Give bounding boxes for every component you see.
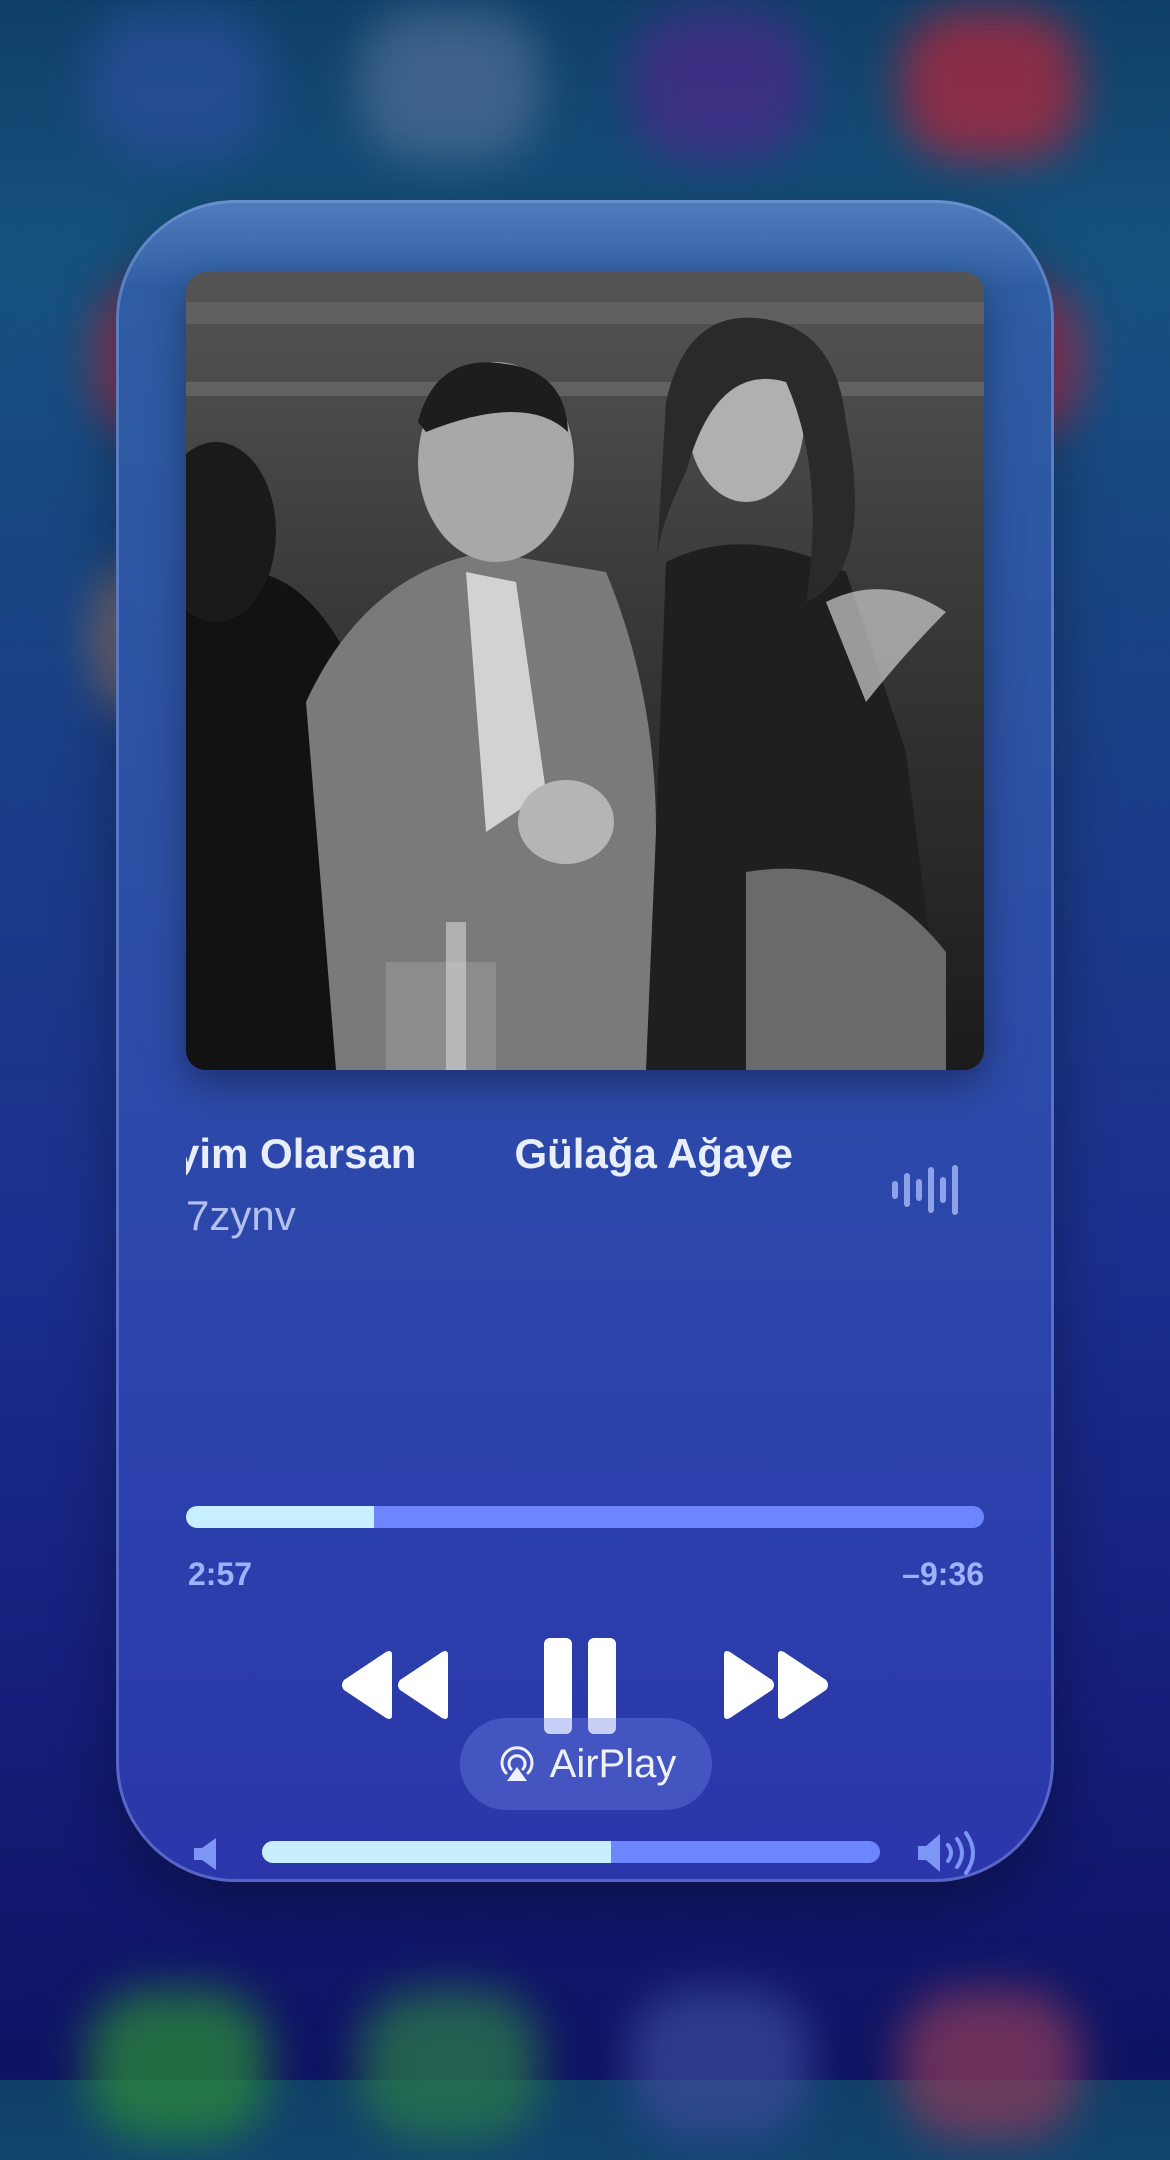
- speaker-high-icon: [916, 1828, 982, 1878]
- background-app-icon: [630, 10, 810, 160]
- airplay-icon: [500, 1746, 534, 1781]
- rewind-icon: [342, 1651, 448, 1719]
- track-title: yim Olarsan: [186, 1130, 417, 1177]
- waveform-icon: [891, 1160, 959, 1220]
- background-app-icon: [900, 1990, 1080, 2140]
- remaining-time: –9:36: [902, 1556, 984, 1592]
- playback-progress-fill: [186, 1506, 374, 1528]
- background-app-icon: [900, 10, 1080, 160]
- fast-forward-icon: [724, 1651, 828, 1719]
- album-artwork[interactable]: [186, 272, 984, 1070]
- volume-slider-fill: [262, 1841, 612, 1863]
- elapsed-time: 2:57: [188, 1556, 253, 1592]
- fast-forward-button[interactable]: [722, 1630, 832, 1740]
- track-subtitle: 7zynv: [186, 1192, 296, 1239]
- volume-slider[interactable]: [262, 1841, 880, 1863]
- now-playing-card[interactable]: yim Olarsan Gülağa Ağaye 7zynv 2:57 –9:36: [116, 200, 1054, 1882]
- airplay-button[interactable]: AirPlay: [460, 1718, 712, 1810]
- airplay-label: AirPlay: [549, 1741, 677, 1786]
- background-app-icon: [630, 1990, 810, 2140]
- background-app-icon: [360, 1990, 540, 2140]
- track-artist: Gülağa Ağaye: [514, 1130, 794, 1177]
- background-dock: [0, 1960, 1170, 2160]
- background-app-icon: [360, 10, 540, 160]
- background-app-icon: [88, 10, 268, 160]
- rewind-button[interactable]: [338, 1630, 452, 1740]
- playback-progress-bar[interactable]: [186, 1506, 984, 1528]
- background-app-row-top: [0, 0, 1170, 200]
- track-title-marquee[interactable]: yim Olarsan Gülağa Ağaye: [186, 1130, 866, 1190]
- album-artwork-image: [186, 272, 984, 1070]
- speaker-low-icon: [192, 1834, 222, 1874]
- background-app-icon: [88, 1990, 268, 2140]
